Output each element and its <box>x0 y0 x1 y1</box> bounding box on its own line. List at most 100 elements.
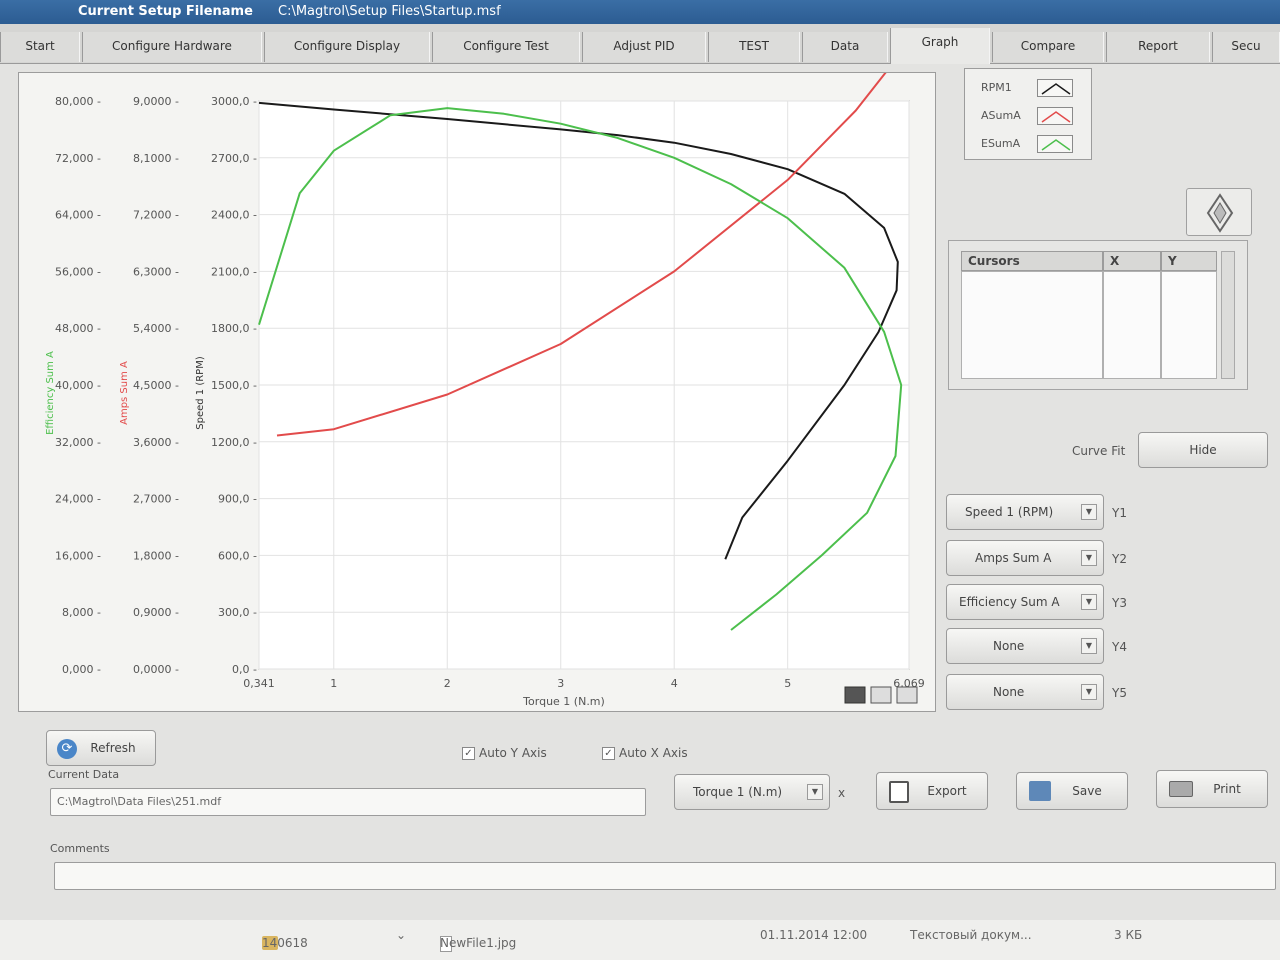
tab-test[interactable]: TEST <box>708 32 800 62</box>
y2-tag: Y2 <box>1112 552 1127 566</box>
cursors-body-name[interactable] <box>961 271 1103 379</box>
select-value: Efficiency Sum A <box>959 595 1060 609</box>
y-tick-label: 300,0 - <box>218 606 257 619</box>
save-disk-icon <box>1029 781 1051 801</box>
checkbox-checked-icon: ✓ <box>602 747 615 760</box>
cursors-scrollbar[interactable] <box>1221 251 1235 379</box>
pan-tool-icon[interactable] <box>870 686 892 704</box>
select-value: None <box>993 685 1025 699</box>
y-tick-label: 8,1000 - <box>133 152 179 165</box>
x-tick-label: 3 <box>557 677 564 690</box>
cursors-table: Cursors X Y <box>948 240 1248 390</box>
file-explorer-row: 140618 ⌄ NewFile1.jpg 01.11.2014 12:00 Т… <box>0 920 1280 960</box>
tab-configure-hardware[interactable]: Configure Hardware <box>82 32 262 62</box>
legend-item-asuma[interactable]: ASumA <box>975 105 1085 127</box>
x-tick-label: 4 <box>671 677 678 690</box>
legend-swatch <box>1037 135 1073 153</box>
y-tick-label: 3,6000 - <box>133 436 179 449</box>
tab-graph[interactable]: Graph <box>890 28 990 64</box>
y-axis-title: Amps Sum A <box>119 361 130 425</box>
y-tick-label: 0,0 - <box>232 663 257 676</box>
tab-adjust-pid[interactable]: Adjust PID <box>582 32 706 62</box>
y-tick-label: 1200,0 - <box>211 436 257 449</box>
y4-axis-select[interactable]: None ▼ <box>946 628 1104 664</box>
graph-container: 0,341 1 2 3 4 5 6,069 Torque 1 (N.m) 0,000 -8,00… <box>18 72 936 712</box>
graph-pan-button[interactable] <box>1186 188 1252 236</box>
tab-security[interactable]: Secu <box>1212 32 1280 62</box>
y-tick-label: 72,000 - <box>55 152 101 165</box>
legend-swatch <box>1037 107 1073 125</box>
file-type: Текстовый докум... <box>910 928 1032 942</box>
y-tick-label: 0,9000 - <box>133 606 179 619</box>
y2-axis-select[interactable]: Amps Sum A ▼ <box>946 540 1104 576</box>
auto-y-axis-checkbox[interactable]: ✓ Auto Y Axis <box>462 746 547 760</box>
comments-field[interactable] <box>54 862 1276 890</box>
chevron-down-icon: ▼ <box>1081 638 1097 654</box>
y-tick-label: 7,2000 - <box>133 209 179 222</box>
tab-configure-display[interactable]: Configure Display <box>264 32 430 62</box>
legend-item-esuma[interactable]: ESumA <box>975 133 1085 155</box>
y-tick-label: 8,000 - <box>62 606 101 619</box>
tab-compare[interactable]: Compare <box>992 32 1104 62</box>
export-label: Export <box>927 784 967 798</box>
cursor-tool-icon[interactable] <box>896 686 918 704</box>
y-tick-label: 9,0000 - <box>133 95 179 108</box>
select-value: None <box>993 639 1025 653</box>
tab-data[interactable]: Data <box>802 32 888 62</box>
x-tick-label: 1 <box>330 677 337 690</box>
file-date: 01.11.2014 12:00 <box>760 928 868 942</box>
clipboard-icon <box>889 781 909 803</box>
y-tick-label: 64,000 - <box>55 209 101 222</box>
y-axis-title: Efficiency Sum A <box>45 351 56 435</box>
setup-filename-label: Current Setup Filename <box>78 4 253 19</box>
print-label: Print <box>1213 782 1241 796</box>
tab-report[interactable]: Report <box>1106 32 1210 62</box>
curve-fit-select[interactable]: Hide <box>1138 432 1268 468</box>
zoom-tool-icon[interactable] <box>844 686 866 704</box>
chevron-down-icon[interactable]: ⌄ <box>396 928 406 942</box>
save-button[interactable]: Save <box>1016 772 1128 810</box>
tab-start[interactable]: Start <box>0 32 80 62</box>
chevron-down-icon: ▼ <box>1081 594 1097 610</box>
refresh-button[interactable]: ⟳ Refresh <box>46 730 156 766</box>
current-data-label: Current Data <box>48 768 120 781</box>
cursors-body-y[interactable] <box>1161 271 1217 379</box>
refresh-label: Refresh <box>90 741 136 755</box>
cursors-col-y: Y <box>1161 251 1217 271</box>
plot-legend: RPM1 ASumA ESumA <box>964 68 1092 160</box>
y-tick-label: 0,000 - <box>62 663 101 676</box>
tab-configure-test[interactable]: Configure Test <box>432 32 580 62</box>
y-tick-label: 2100,0 - <box>211 265 257 278</box>
y-tick-label: 24,000 - <box>55 493 101 506</box>
y-tick-label: 2,7000 - <box>133 493 179 506</box>
x-tick-label: 2 <box>444 677 451 690</box>
legend-label: RPM1 <box>981 81 1012 94</box>
y5-axis-select[interactable]: None ▼ <box>946 674 1104 710</box>
y1-tag: Y1 <box>1112 506 1127 520</box>
y-axis-title: Speed 1 (RPM) <box>195 356 206 430</box>
export-button[interactable]: Export <box>876 772 988 810</box>
y-tick-label: 2700,0 - <box>211 152 257 165</box>
chart[interactable]: 0,341 1 2 3 4 5 6,069Torque 1 (N.m)0,000 -8,00… <box>19 73 937 713</box>
y3-tag: Y3 <box>1112 596 1127 610</box>
chevron-down-icon: ▼ <box>1081 504 1097 520</box>
x-tick-label: 5 <box>784 677 791 690</box>
y-tick-label: 40,000 - <box>55 379 101 392</box>
y5-tag: Y5 <box>1112 686 1127 700</box>
legend-item-rpm1[interactable]: RPM1 <box>975 77 1085 99</box>
setup-filename-value: C:\Magtrol\Setup Files\Startup.msf <box>278 4 501 19</box>
auto-x-axis-checkbox[interactable]: ✓ Auto X Axis <box>602 746 688 760</box>
x-axis-title: Torque 1 (N.m) <box>522 695 605 708</box>
curve-fit-label: Curve Fit <box>1072 444 1126 458</box>
y1-axis-select[interactable]: Speed 1 (RPM) ▼ <box>946 494 1104 530</box>
print-button[interactable]: Print <box>1156 770 1268 808</box>
y-tick-label: 1500,0 - <box>211 379 257 392</box>
y-tick-label: 48,000 - <box>55 322 101 335</box>
y-tick-label: 3000,0 - <box>211 95 257 108</box>
legend-swatch <box>1037 79 1073 97</box>
file-size: 3 КБ <box>1114 928 1143 942</box>
y3-axis-select[interactable]: Efficiency Sum A ▼ <box>946 584 1104 620</box>
current-data-field[interactable]: C:\Magtrol\Data Files\251.mdf <box>50 788 646 816</box>
cursors-body-x[interactable] <box>1103 271 1161 379</box>
x-axis-select[interactable]: Torque 1 (N.m) ▼ <box>674 774 830 810</box>
